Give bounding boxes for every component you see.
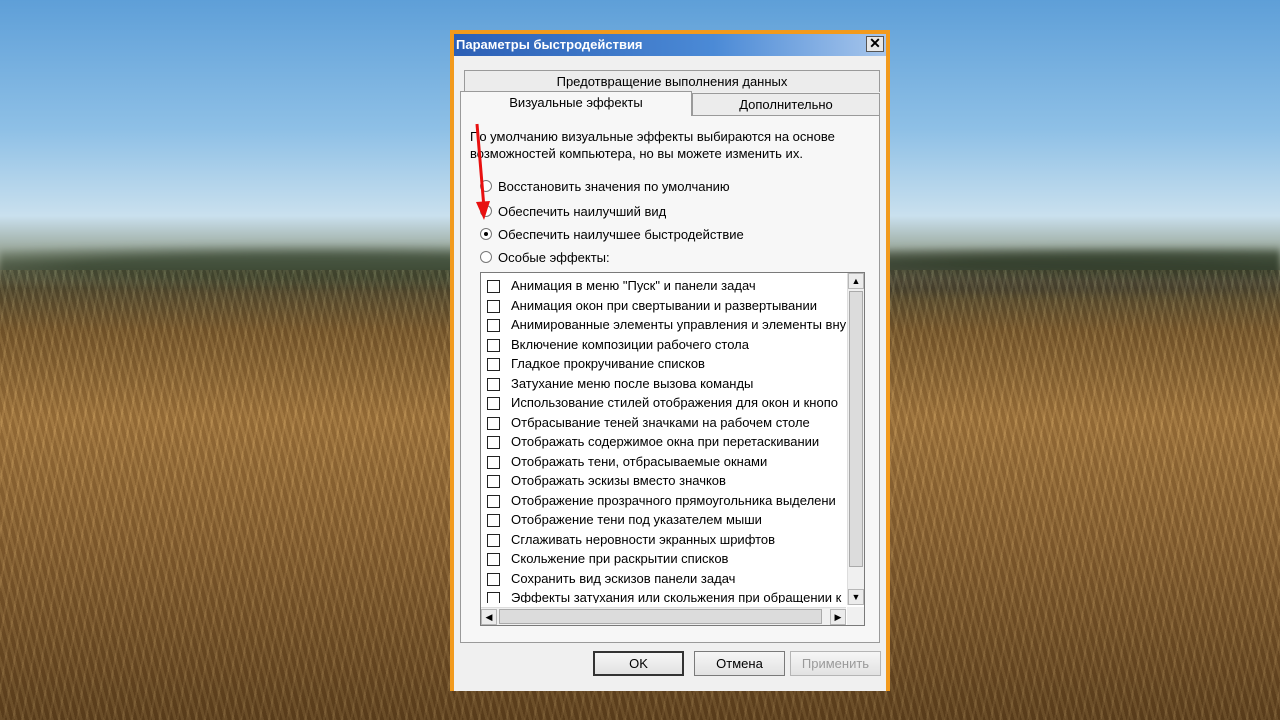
effect-checkbox[interactable]: [487, 397, 500, 410]
effect-checkbox[interactable]: [487, 280, 500, 293]
effect-label: Отбрасывание теней значками на рабочем с…: [511, 414, 810, 430]
effect-label: Анимация в меню "Пуск" и панели задач: [511, 278, 756, 293]
scroll-right-arrow-icon[interactable]: ▶: [830, 609, 846, 625]
effect-checkbox[interactable]: [487, 533, 500, 547]
effect-checkbox[interactable]: [487, 514, 500, 527]
effects-list: Анимация в меню "Пуск" и панели задач Ани…: [481, 273, 846, 603]
effect-label: Отображение прозрачного прямоугольника в…: [511, 492, 836, 508]
radio-button[interactable]: [480, 251, 492, 263]
effect-checkbox[interactable]: [487, 592, 500, 603]
effects-listbox[interactable]: Анимация в меню "Пуск" и панели задач Ани…: [480, 272, 865, 626]
performance-options-dialog: Параметры быстродействия ✕ Предотвращени…: [450, 30, 890, 691]
effect-checkbox[interactable]: [487, 377, 500, 391]
effect-label: Включение композиции рабочего стола: [511, 336, 749, 352]
effect-label: Отображать содержимое окна при перетаски…: [511, 434, 820, 449]
tab-advanced[interactable]: Дополнительно: [692, 93, 880, 115]
tab-visual-effects[interactable]: Визуальные эффекты: [460, 91, 692, 116]
effect-checkbox[interactable]: [487, 494, 500, 508]
radio-label: Восстановить значения по умолчанию: [498, 179, 730, 194]
effect-label: Отображение тени под указателем мыши: [511, 512, 762, 527]
apply-button[interactable]: Применить: [790, 651, 881, 676]
effect-checkbox[interactable]: [487, 299, 500, 313]
description-text: По умолчанию визуальные эффекты выбирают…: [470, 129, 835, 161]
dialog-title: Параметры быстродействия: [456, 37, 643, 52]
effect-label: Эффекты затухания или скольжения при обр…: [511, 590, 842, 603]
radio-label: Особые эффекты:: [498, 250, 610, 265]
effect-label: Анимированные элементы управления и элем…: [511, 317, 846, 332]
effect-checkbox[interactable]: [487, 338, 500, 352]
arrow-head: [476, 201, 490, 220]
scroll-left-arrow-icon[interactable]: ◀: [481, 609, 497, 625]
scroll-up-arrow-icon[interactable]: ▲: [848, 273, 864, 289]
effect-label: Сглаживать неровности экранных шрифтов: [511, 531, 776, 547]
tab-data-execution-prevention[interactable]: Предотвращение выполнения данных: [464, 70, 880, 92]
vertical-scroll-thumb[interactable]: [849, 291, 863, 567]
effect-checkbox[interactable]: [487, 455, 500, 469]
effect-label: Анимация окон при свертывании и разверты…: [511, 297, 817, 313]
vertical-scrollbar[interactable]: ▲ ▼: [847, 273, 864, 605]
effect-label: Использование стилей отображения для око…: [511, 395, 838, 410]
effect-checkbox[interactable]: [487, 553, 500, 566]
cancel-button[interactable]: Отмена: [694, 651, 785, 676]
red-arrow-annotation: [475, 123, 490, 220]
radio-label: Обеспечить наилучшее быстродействие: [498, 227, 744, 242]
effect-label: Затухание меню после вызова команды: [511, 375, 754, 391]
effect-label: Скольжение при раскрытии списков: [511, 551, 729, 566]
effect-checkbox[interactable]: [487, 319, 500, 332]
horizontal-scrollbar[interactable]: ◀ ▶: [481, 607, 846, 625]
arrow-shaft: [475, 123, 486, 209]
effect-checkbox[interactable]: [487, 572, 500, 586]
effect-checkbox[interactable]: [487, 358, 500, 371]
title-bar[interactable]: Параметры быстродействия ✕: [454, 34, 886, 56]
effect-label: Гладкое прокручивание списков: [511, 356, 705, 371]
close-button[interactable]: ✕: [866, 36, 884, 52]
effect-label: Отображать тени, отбрасываемые окнами: [511, 453, 768, 469]
radio-label: Обеспечить наилучший вид: [498, 204, 667, 219]
effect-checkbox[interactable]: [487, 475, 500, 488]
scroll-down-arrow-icon[interactable]: ▼: [848, 589, 864, 605]
effect-label: Сохранить вид эскизов панели задач: [511, 570, 736, 586]
scrollbar-corner: [847, 607, 864, 625]
effect-checkbox[interactable]: [487, 436, 500, 449]
effect-checkbox[interactable]: [487, 416, 500, 430]
radio-button-selected[interactable]: [480, 228, 492, 240]
effect-label: Отображать эскизы вместо значков: [511, 473, 726, 488]
horizontal-scroll-thumb[interactable]: [499, 609, 822, 624]
ok-button[interactable]: OK: [593, 651, 684, 676]
